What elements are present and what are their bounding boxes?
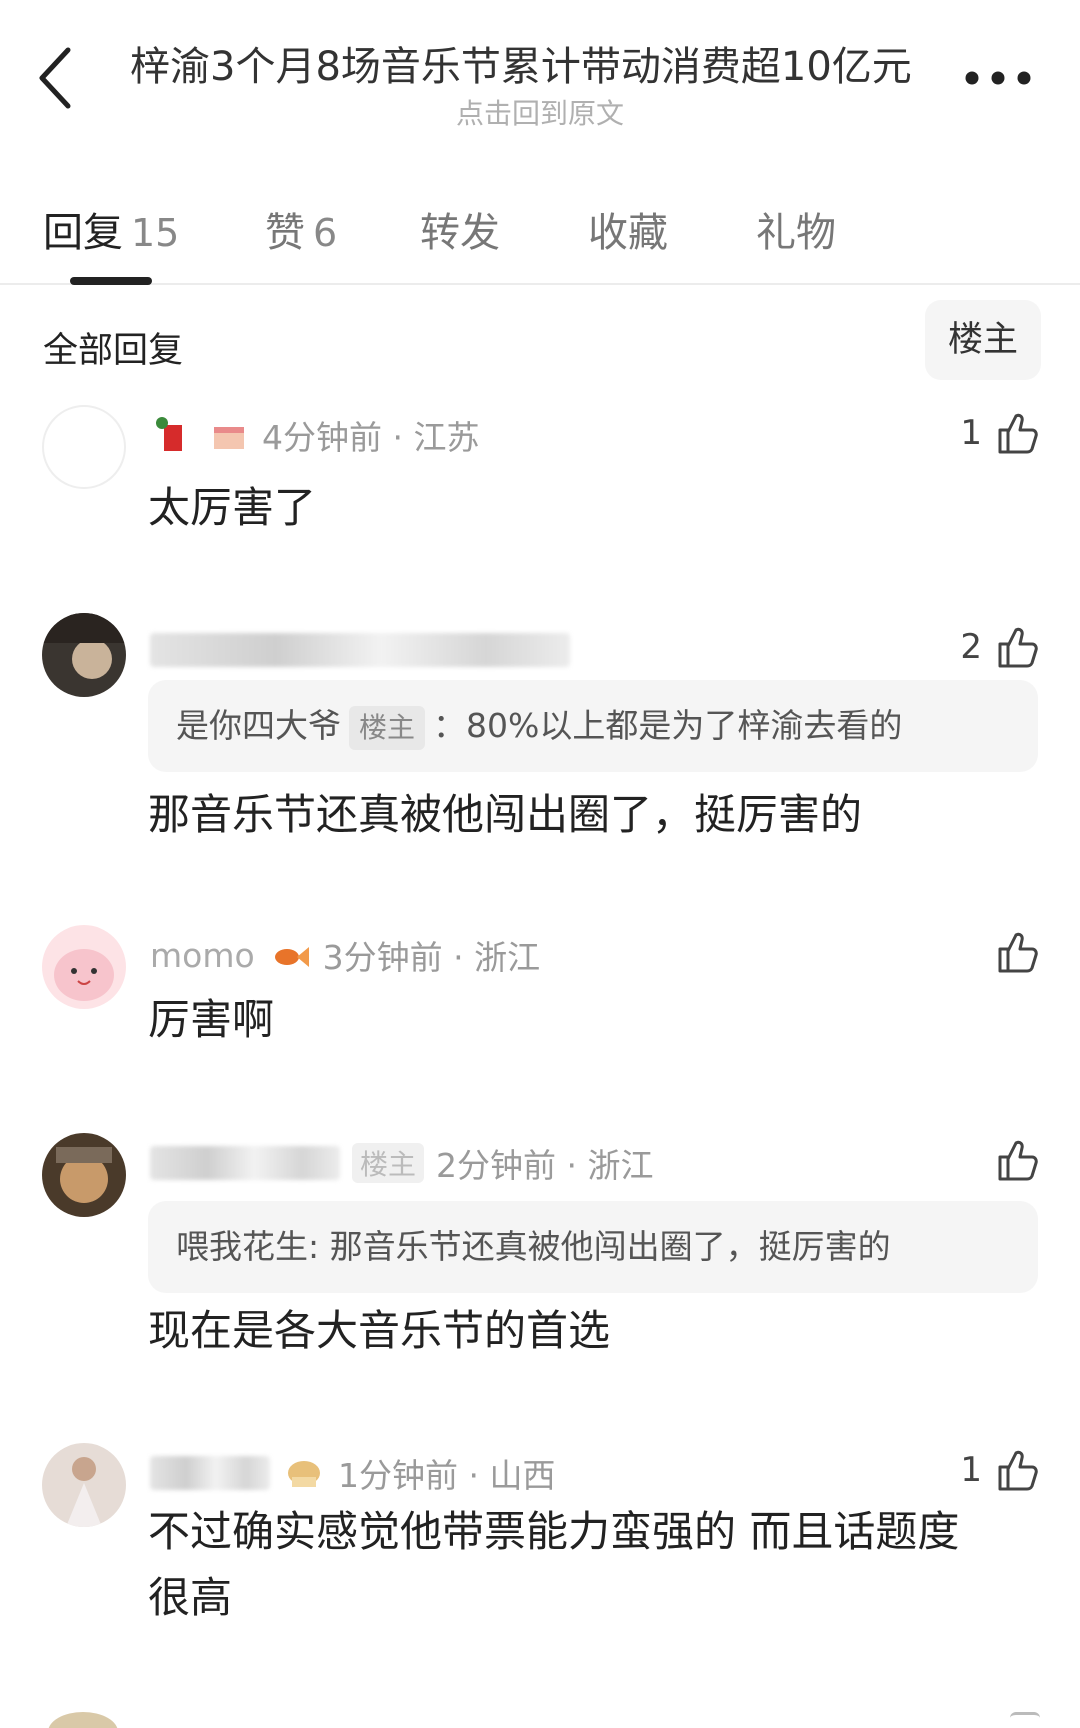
comment-item: 楼主 2分钟前 · 浙江 喂我花生: 那音乐节还真被他闯出圈了，挺厉害的 现在是… [0, 1133, 1080, 1383]
avatar[interactable] [42, 613, 126, 697]
tab-label: 礼物 [756, 210, 836, 256]
tab-likes[interactable]: 赞6 [265, 200, 337, 258]
comment-body: 不过确实感觉他带票能力蛮强的 而且话题度 很高 [148, 1499, 1038, 1631]
tab-reposts[interactable]: 转发 [420, 200, 500, 258]
comment-time-location: 3分钟前 · 浙江 [322, 938, 541, 977]
like-count: 1 [960, 413, 982, 453]
tab-label: 回复 [43, 210, 123, 256]
next-avatar-partial [48, 1712, 118, 1728]
more-button[interactable] [958, 58, 1058, 98]
tab-bar: 回复 15 赞6 转发 收藏 礼物 [0, 180, 1080, 285]
username-blurred [150, 1456, 270, 1490]
thumbs-up-icon [998, 1450, 1038, 1491]
next-like-partial [1010, 1712, 1040, 1728]
filter-row: 全部回复 楼主 [0, 300, 1080, 384]
avatar[interactable] [42, 1133, 126, 1217]
username[interactable]: momo [150, 936, 255, 975]
avatar[interactable] [42, 925, 126, 1009]
like-button[interactable]: 1 [960, 1443, 1040, 1497]
comment-body: 厉害啊 [148, 995, 275, 1044]
cake-icon [206, 415, 250, 455]
username-blurred [150, 633, 570, 667]
comment-meta: 1分钟前 · 山西 [150, 1448, 555, 1498]
like-button[interactable]: 1 [960, 406, 1040, 460]
thumbs-up-icon [998, 932, 1038, 973]
comment-meta: 4分钟前 · 江苏 [150, 410, 479, 460]
comment-time-location: 2分钟前 · 浙江 [436, 1146, 654, 1185]
quoted-reply[interactable]: 喂我花生: 那音乐节还真被他闯出圈了，挺厉害的 [148, 1201, 1038, 1293]
op-tag: 楼主 [352, 1143, 425, 1183]
like-count: 1 [960, 1450, 982, 1490]
quote-user[interactable]: 喂我花生 [176, 1227, 308, 1266]
comment-body-line: 很高 [148, 1573, 233, 1622]
like-button[interactable] [994, 1133, 1040, 1187]
comment-meta: momo 3分钟前 · 浙江 [150, 930, 540, 980]
top-bar: 梓渝3个月8场音乐节累计带动消费超10亿元 点击回到原文 [0, 0, 1080, 140]
tab-favorites[interactable]: 收藏 [588, 200, 668, 258]
comment-item: momo 3分钟前 · 浙江 厉害啊 [0, 925, 1080, 1075]
tab-label: 赞 [265, 210, 305, 256]
bread-icon [282, 1453, 326, 1493]
comment-item: 1分钟前 · 山西 1 不过确实感觉他带票能力蛮强的 而且话题度 很高 [0, 1443, 1080, 1683]
like-button[interactable]: 2 [960, 620, 1040, 674]
op-tag: 楼主 [349, 705, 426, 750]
like-count: 2 [960, 627, 982, 667]
quote-text: ：80%以上都是为了梓渝去看的 [433, 706, 903, 745]
goldfish-icon [267, 935, 311, 975]
tab-replies[interactable]: 回复 15 [43, 200, 179, 258]
tab-label: 转发 [420, 210, 500, 256]
username-blurred [150, 1146, 340, 1180]
quote-text: : 那音乐节还真被他闯出圈了，挺厉害的 [308, 1227, 891, 1266]
comment-time-location: 4分钟前 · 江苏 [262, 418, 480, 457]
comment-body: 太厉害了 [148, 483, 317, 532]
all-replies-label: 全部回复 [43, 331, 184, 371]
comment-meta [150, 625, 570, 675]
back-to-post-link[interactable]: 点击回到原文 [0, 92, 1080, 132]
tab-count: 15 [131, 211, 180, 255]
quoted-reply[interactable]: 是你四大爷 楼主 ：80%以上都是为了梓渝去看的 [148, 680, 1038, 772]
tab-label: 收藏 [588, 210, 668, 256]
tab-gifts[interactable]: 礼物 [756, 200, 836, 258]
thumbs-up-icon [998, 413, 1038, 454]
comment-body: 现在是各大音乐节的首选 [148, 1306, 611, 1355]
avatar[interactable] [42, 1443, 126, 1527]
comment-meta: 楼主 2分钟前 · 浙江 [150, 1138, 653, 1188]
comment-item: 2 是你四大爷 楼主 ：80%以上都是为了梓渝去看的 那音乐节还真被他闯出圈了，挺厉… [0, 610, 1080, 870]
comment-body: 那音乐节还真被他闯出圈了，挺厉害的 [148, 790, 863, 839]
quote-user[interactable]: 是你四大爷 [176, 706, 341, 745]
thumbs-up-icon [998, 1140, 1038, 1181]
strawberry-icon [150, 415, 194, 455]
op-only-button[interactable]: 楼主 [925, 300, 1041, 380]
comment-item: 4分钟前 · 江苏 1 太厉害了 [0, 400, 1080, 570]
comment-body-line: 不过确实感觉他带票能力蛮强的 而且话题度 [148, 1507, 960, 1556]
active-tab-indicator [70, 277, 152, 285]
thumbs-up-icon [998, 627, 1038, 668]
avatar[interactable] [42, 405, 126, 489]
like-button[interactable] [994, 925, 1040, 979]
post-title[interactable]: 梓渝3个月8场音乐节累计带动消费超10亿元 [130, 34, 950, 92]
comment-time-location: 1分钟前 · 山西 [338, 1456, 556, 1495]
tab-count: 6 [313, 211, 338, 255]
more-dots-icon [965, 71, 1031, 85]
